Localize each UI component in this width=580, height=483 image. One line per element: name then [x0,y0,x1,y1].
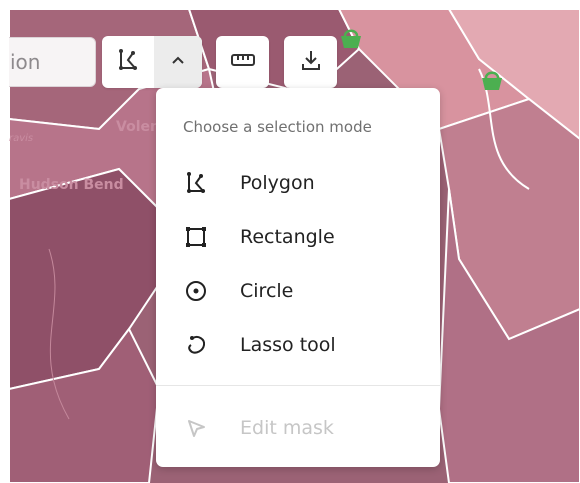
ruler-icon [230,52,256,72]
basket-icon[interactable] [338,26,364,56]
download-icon [300,49,322,75]
basket-icon[interactable] [479,68,505,98]
polygon-select-icon [184,171,208,195]
menu-item-label: Rectangle [240,226,335,248]
selection-mode-menu: Choose a selection mode Polygon Rectangl… [156,88,440,467]
menu-item-edit-mask[interactable]: Edit mask [156,405,440,451]
menu-item-label: Edit mask [240,417,334,439]
polygon-select-icon [116,48,140,76]
selection-tool-group [102,36,202,88]
map-label-volente: Volen [116,119,160,135]
measure-button[interactable] [216,36,269,88]
menu-item-circle[interactable]: Circle [156,268,440,314]
selection-mode-toggle[interactable] [154,36,202,88]
search-input-text: ion [10,50,41,74]
map-label-travis: ravis [9,133,34,144]
menu-item-label: Lasso tool [240,334,336,356]
menu-item-label: Polygon [240,172,315,194]
download-button[interactable] [284,36,337,88]
menu-item-label: Circle [240,280,294,302]
menu-item-rectangle[interactable]: Rectangle [156,214,440,260]
menu-divider [156,385,440,386]
search-input[interactable]: ion [9,37,96,87]
menu-item-polygon[interactable]: Polygon [156,160,440,206]
cursor-arrow-icon [184,416,208,440]
menu-title: Choose a selection mode [183,118,372,136]
rectangle-select-icon [184,225,208,249]
polygon-tool-button[interactable] [102,36,154,88]
map-viewport[interactable]: Hudson Bend Volen ravis ion Choose a sel… [9,9,580,483]
chevron-up-icon [170,52,186,72]
menu-item-lasso[interactable]: Lasso tool [156,322,440,368]
lasso-icon [184,333,208,357]
map-label-hudson-bend: Hudson Bend [19,177,124,193]
circle-select-icon [184,279,208,303]
